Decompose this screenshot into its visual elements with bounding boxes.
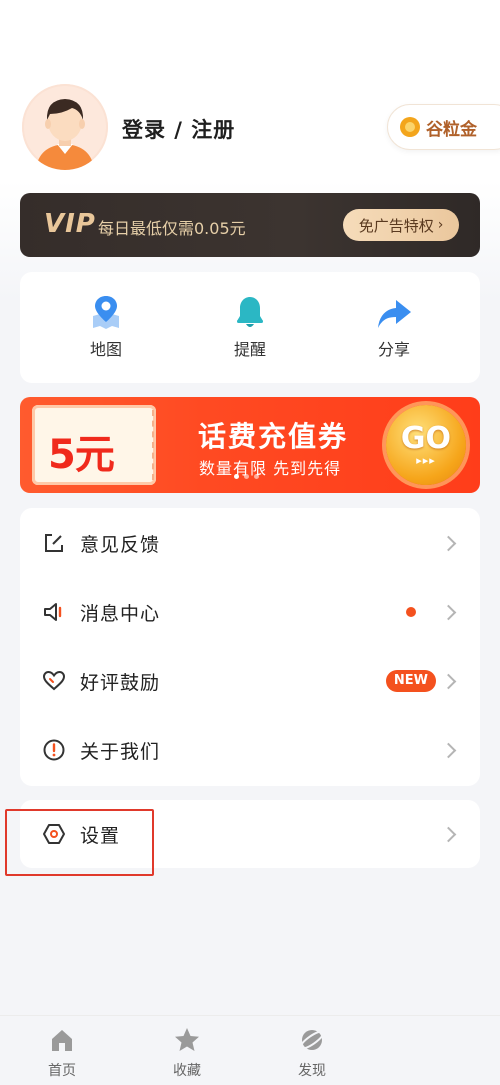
user-avatar-icon	[36, 99, 94, 170]
home-icon	[52, 1030, 72, 1051]
chevron-right-icon	[440, 535, 457, 551]
ticket-divider	[152, 410, 154, 480]
tab-home[interactable]: 首页	[22, 1026, 102, 1080]
tab-label: 收藏	[173, 1063, 201, 1079]
menu-item-about[interactable]: 关于我们	[20, 716, 480, 784]
menu-item-messages[interactable]: 消息中心	[20, 578, 480, 646]
chevron-right-icon	[440, 742, 457, 758]
chevron-right-icon	[440, 673, 457, 689]
info-circle-icon	[42, 738, 66, 762]
banner-subtitle: 数量有限 先到先得	[199, 459, 342, 478]
edit-square-icon	[42, 531, 66, 555]
carousel-dot	[244, 474, 249, 479]
coupon-amount: 5元	[48, 432, 115, 478]
unread-dot	[406, 607, 416, 617]
tab-label: 发现	[298, 1063, 326, 1079]
vip-logo: VIP	[44, 209, 96, 239]
heart-icon	[42, 669, 66, 693]
carousel-dot	[254, 474, 259, 479]
share-arrow-icon	[378, 300, 411, 328]
chevron-right-icon: ›	[437, 217, 444, 233]
tab-favorites[interactable]: 收藏	[147, 1026, 227, 1080]
planet-icon	[299, 1030, 325, 1050]
menu-item-label: 消息中心	[80, 602, 161, 625]
quick-action-share[interactable]: 分享	[339, 290, 449, 360]
quick-action-reminder[interactable]: 提醒	[195, 290, 305, 360]
tab-discover[interactable]: 发现	[272, 1026, 352, 1080]
go-label: GO	[400, 420, 452, 456]
menu-item-label: 好评鼓励	[80, 671, 161, 694]
menu-item-label: 意见反馈	[80, 533, 161, 556]
quick-action-label: 提醒	[233, 340, 266, 359]
login-register-link[interactable]: 登录 / 注册	[122, 114, 235, 144]
highlight-box	[5, 809, 154, 876]
coin-icon	[400, 117, 420, 137]
new-badge: NEW	[385, 670, 436, 692]
coin-balance-button[interactable]: 谷粒金	[387, 104, 500, 150]
go-arrows-icon: ▸▸▸	[416, 453, 436, 467]
bell-icon	[237, 297, 263, 327]
chevron-right-icon	[440, 826, 457, 842]
quick-action-label: 地图	[89, 340, 122, 359]
coin-label: 谷粒金	[426, 119, 477, 140]
avatar[interactable]	[22, 84, 108, 170]
carousel-indicator	[234, 474, 259, 479]
ad-free-button[interactable]: 免广告特权 ›	[343, 209, 459, 241]
menu-item-label: 关于我们	[80, 740, 161, 763]
map-pin-icon	[93, 296, 119, 329]
ad-free-button-label: 免广告特权	[358, 216, 434, 235]
vip-description: 每日最低仅需0.05元	[98, 219, 246, 238]
carousel-dot	[234, 474, 239, 479]
speaker-icon	[42, 600, 66, 624]
menu-item-feedback[interactable]: 意见反馈	[20, 509, 480, 577]
star-icon	[175, 1028, 199, 1051]
quick-action-map[interactable]: 地图	[51, 290, 161, 360]
banner-title: 话费充值券	[198, 420, 349, 453]
go-button[interactable]: GO ▸▸▸	[386, 405, 466, 485]
tab-label: 首页	[48, 1063, 76, 1079]
quick-action-label: 分享	[377, 340, 410, 359]
menu-item-rate[interactable]: 好评鼓励 NEW	[20, 647, 480, 715]
chevron-right-icon	[440, 604, 457, 620]
